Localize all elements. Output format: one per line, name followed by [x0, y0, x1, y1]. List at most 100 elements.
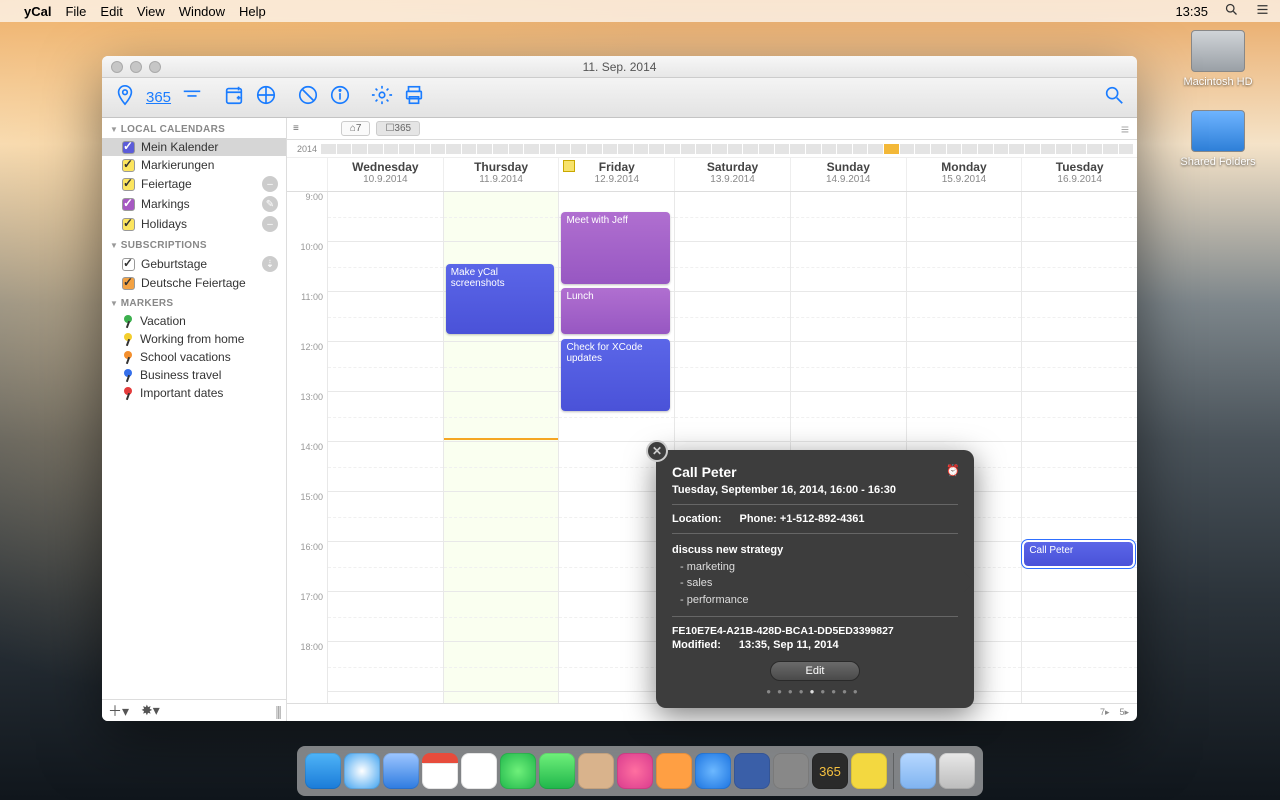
event-make-screenshots[interactable]: Make yCal screenshots	[446, 264, 555, 334]
settings-icon[interactable]	[371, 84, 393, 111]
app-menu[interactable]: yCal	[24, 4, 51, 19]
location-icon[interactable]	[114, 84, 136, 111]
time-label: 15:00	[287, 492, 323, 542]
dock-safari[interactable]	[344, 753, 380, 789]
calendar-checkbox[interactable]	[122, 198, 135, 211]
nav-week-button[interactable]: 7▸	[1100, 707, 1110, 718]
menu-window[interactable]: Window	[179, 4, 225, 19]
timezone-icon[interactable]	[255, 84, 277, 111]
calendar-checkbox[interactable]	[122, 258, 135, 271]
print-icon[interactable]	[403, 84, 425, 111]
popover-close-button[interactable]: ✕	[646, 440, 668, 462]
dock-itunes[interactable]	[617, 753, 653, 789]
day-header[interactable]: Saturday13.9.2014	[674, 158, 790, 191]
dock-folder[interactable]	[900, 753, 936, 789]
day-header[interactable]: Wednesday10.9.2014	[327, 158, 443, 191]
action-button[interactable]: ✸▾	[141, 702, 160, 719]
subscription-item[interactable]: Deutsche Feiertage	[102, 274, 286, 292]
day-column[interactable]: Make yCal screenshots	[443, 192, 559, 703]
event-call-peter[interactable]: Call Peter	[1024, 542, 1133, 566]
calendar-badge-icon[interactable]: –	[262, 216, 278, 232]
calendar-checkbox[interactable]	[122, 277, 135, 290]
menu-edit[interactable]: Edit	[100, 4, 122, 19]
menu-help[interactable]: Help	[239, 4, 266, 19]
filter-icon[interactable]	[181, 84, 203, 111]
calendar-item[interactable]: Markierungen	[102, 156, 286, 174]
dock-calendar[interactable]	[422, 753, 458, 789]
desktop-macintosh-hd[interactable]: Macintosh HD	[1178, 30, 1258, 88]
menu-file[interactable]: File	[65, 4, 86, 19]
calendar-checkbox[interactable]	[122, 159, 135, 172]
day-header[interactable]: Sunday14.9.2014	[790, 158, 906, 191]
calendar-checkbox[interactable]	[122, 178, 135, 191]
day-column[interactable]: Call Peter	[1021, 192, 1137, 703]
search-icon[interactable]	[1103, 84, 1125, 111]
popover-datetime: Tuesday, September 16, 2014, 16:00 - 16:…	[672, 484, 958, 496]
subscription-item[interactable]: Geburtstage⇣	[102, 254, 286, 274]
dock-xcode[interactable]	[734, 753, 770, 789]
calendar-checkbox[interactable]	[122, 218, 135, 231]
calendar-item[interactable]: Mein Kalender	[102, 138, 286, 156]
dock-reminders[interactable]	[461, 753, 497, 789]
view-week-button[interactable]: ⌂7	[341, 121, 371, 136]
calendar-item[interactable]: Feiertage–	[102, 174, 286, 194]
dock-app-warn[interactable]	[851, 753, 887, 789]
notification-center-icon[interactable]	[1255, 2, 1270, 20]
marker-pin-icon	[122, 387, 134, 399]
view-year-button[interactable]: ☐365	[376, 121, 420, 136]
day-header[interactable]: Monday15.9.2014	[906, 158, 1022, 191]
window-titlebar[interactable]: 11. Sep. 2014	[102, 56, 1137, 78]
list-toggle-icon[interactable]: ≡	[293, 123, 299, 134]
dock-preferences[interactable]	[773, 753, 809, 789]
day-column[interactable]	[327, 192, 443, 703]
day-header[interactable]: Tuesday16.9.2014	[1021, 158, 1137, 191]
calendar-badge-icon[interactable]: ⇣	[262, 256, 278, 272]
calendar-item[interactable]: Holidays–	[102, 214, 286, 234]
nav-day-button[interactable]: 5▸	[1119, 707, 1129, 718]
new-event-icon[interactable]	[223, 84, 245, 111]
disable-icon[interactable]	[297, 84, 319, 111]
event-lunch[interactable]: Lunch	[561, 288, 670, 334]
marker-item[interactable]: Important dates	[102, 384, 286, 402]
spotlight-icon[interactable]	[1224, 2, 1239, 20]
calendar-badge-icon[interactable]: ✎	[262, 196, 278, 212]
popover-edit-button[interactable]: Edit	[770, 661, 860, 681]
dock-messages[interactable]	[500, 753, 536, 789]
menubar-clock[interactable]: 13:35	[1175, 4, 1208, 19]
note-icon[interactable]	[563, 160, 575, 172]
calendar-checkbox[interactable]	[122, 141, 135, 154]
dock: 365	[297, 746, 983, 796]
dock-mail[interactable]	[383, 753, 419, 789]
marker-item[interactable]: Vacation	[102, 312, 286, 330]
dock-contacts[interactable]	[578, 753, 614, 789]
event-xcode-updates[interactable]: Check for XCode updates	[561, 339, 670, 411]
section-local-calendars[interactable]: LOCAL CALENDARS	[102, 118, 286, 138]
calendar-item[interactable]: Markings✎	[102, 194, 286, 214]
toolbar-365[interactable]: 365	[146, 89, 171, 106]
section-subscriptions[interactable]: SUBSCRIPTIONS	[102, 234, 286, 254]
section-markers[interactable]: MARKERS	[102, 292, 286, 312]
marker-item[interactable]: School vacations	[102, 348, 286, 366]
event-meet-jeff[interactable]: Meet with Jeff	[561, 212, 670, 284]
day-header[interactable]: Thursday11.9.2014	[443, 158, 559, 191]
dock-trash[interactable]	[939, 753, 975, 789]
calendar-badge-icon[interactable]: –	[262, 176, 278, 192]
day-header[interactable]: Friday12.9.2014	[558, 158, 674, 191]
menu-view[interactable]: View	[137, 4, 165, 19]
alarm-icon[interactable]: ⏰	[946, 464, 960, 477]
info-icon[interactable]	[329, 84, 351, 111]
sidebar-resize-handle[interactable]: |||	[275, 703, 280, 719]
dock-ycal[interactable]: 365	[812, 753, 848, 789]
dock-finder[interactable]	[305, 753, 341, 789]
popover-modified-label: Modified:	[672, 639, 721, 651]
desktop-shared-folders[interactable]: Shared Folders	[1178, 110, 1258, 168]
dock-appstore[interactable]	[695, 753, 731, 789]
dock-facetime[interactable]	[539, 753, 575, 789]
marker-item[interactable]: Business travel	[102, 366, 286, 384]
add-button[interactable]: ＋▾	[108, 701, 129, 721]
year-timeline[interactable]	[317, 144, 1137, 154]
popover-page-dots[interactable]: ●●●●●●●●●	[672, 687, 958, 696]
list-toggle-right-icon[interactable]: ≡	[1121, 121, 1137, 137]
dock-ibooks[interactable]	[656, 753, 692, 789]
marker-item[interactable]: Working from home	[102, 330, 286, 348]
